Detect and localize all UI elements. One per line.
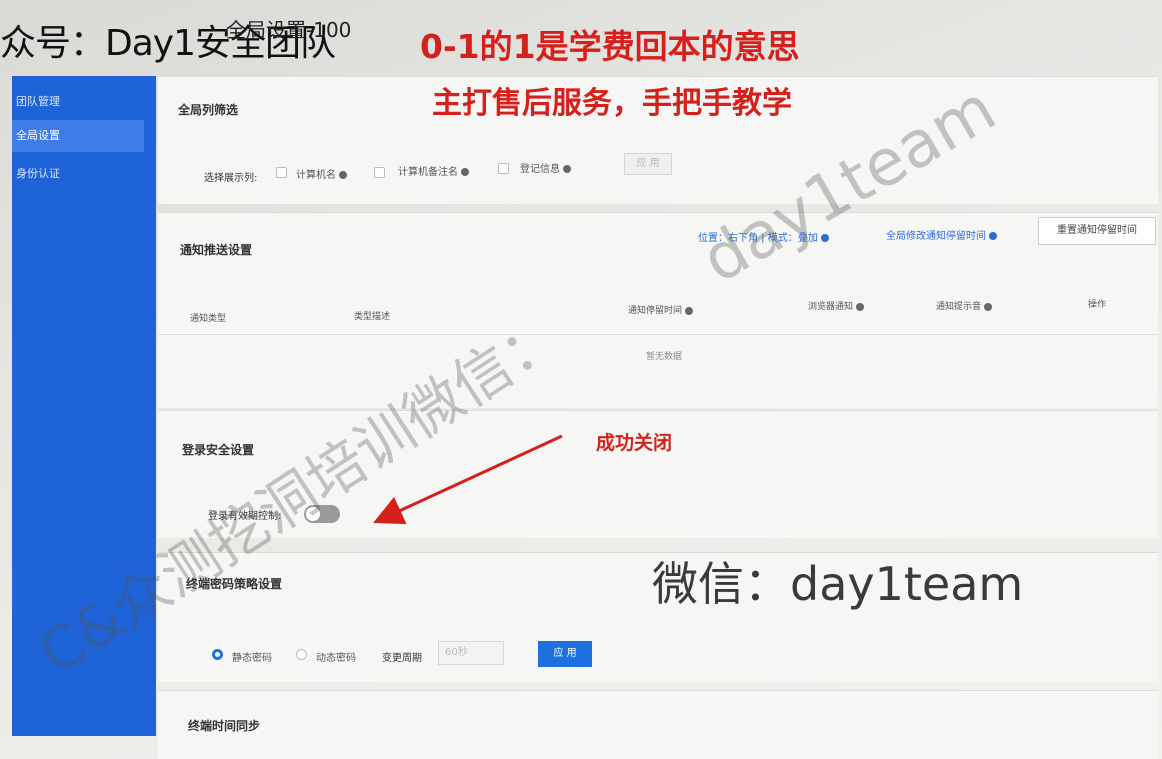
photo-of-screen: 团队管理 全局设置 身份认证 全局列筛选 选择展示列: 计算机名 计算机备注名 … [0, 0, 1162, 759]
annotation-arrow-icon [373, 434, 563, 525]
